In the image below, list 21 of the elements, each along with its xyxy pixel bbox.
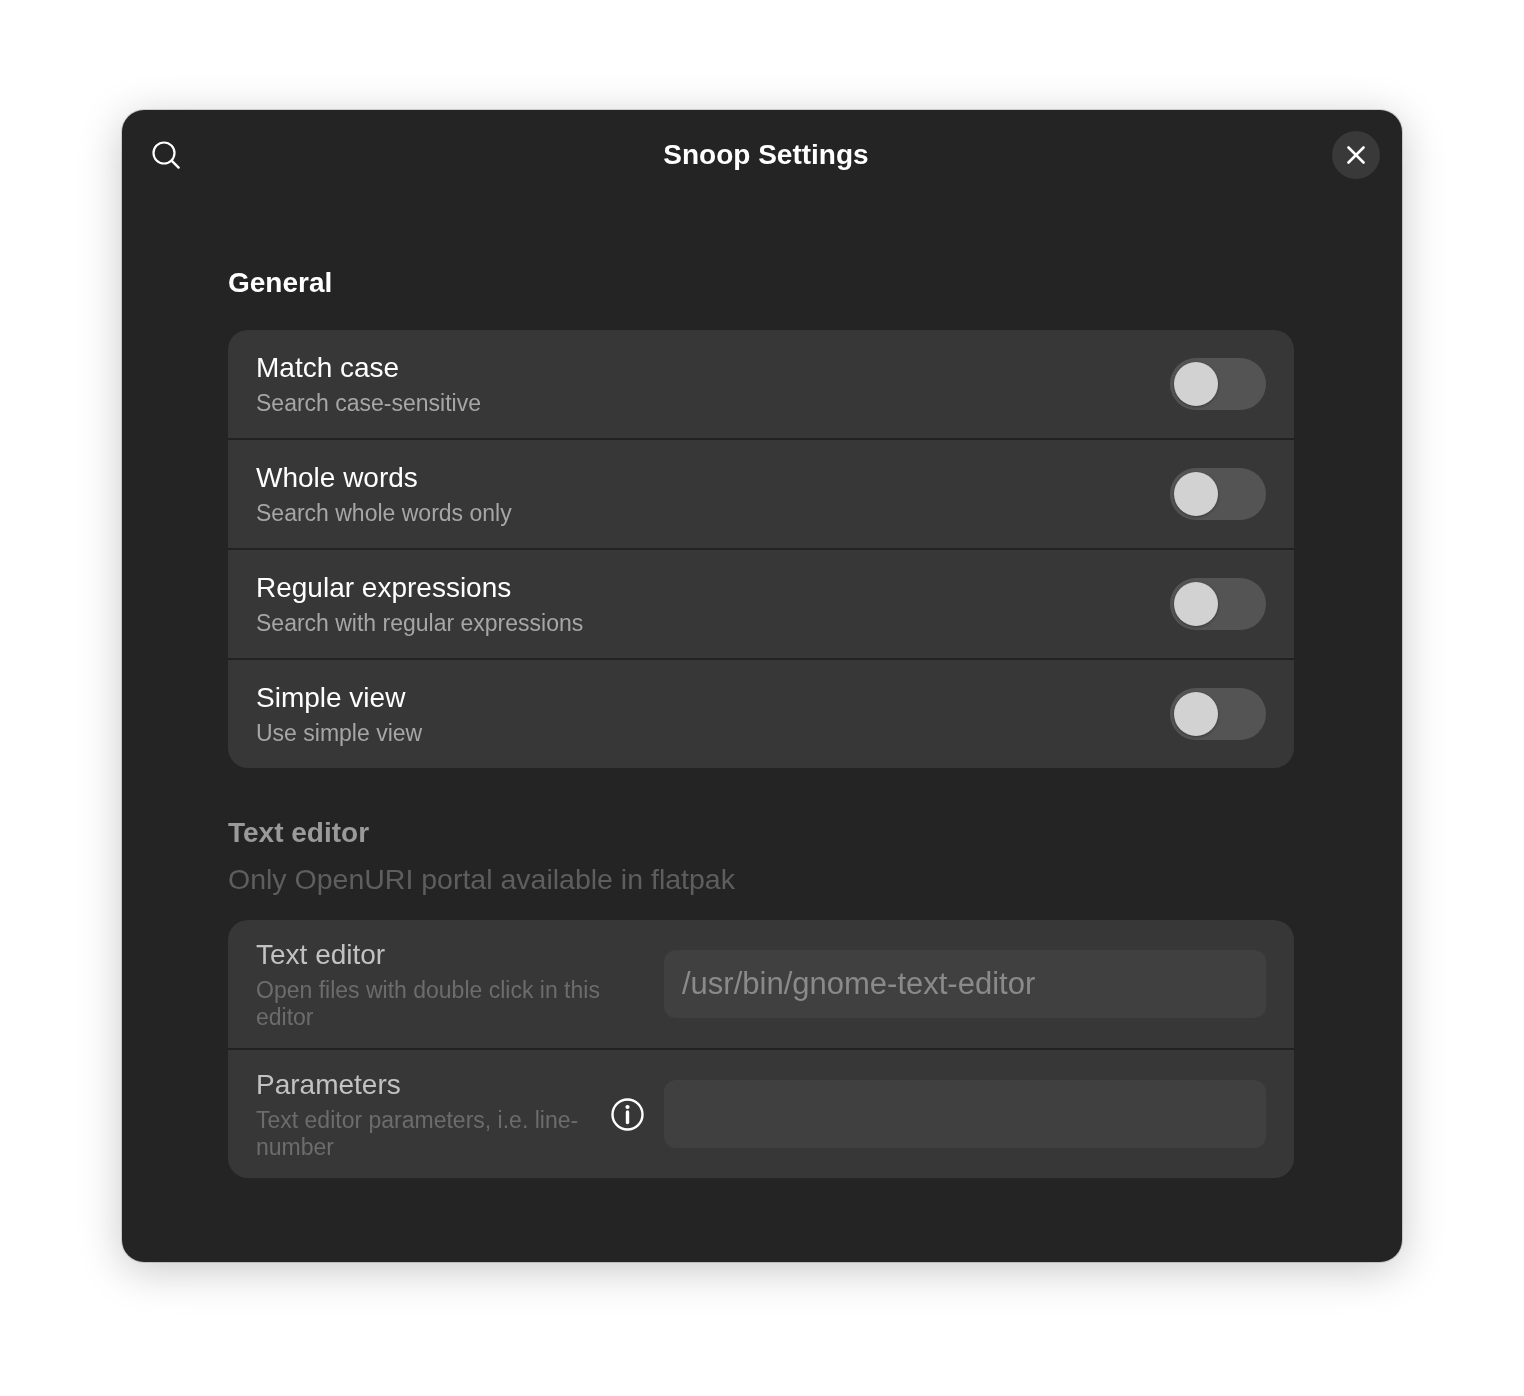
close-button[interactable] (1332, 131, 1380, 179)
row-title: Regular expressions (256, 571, 512, 605)
close-icon (1347, 146, 1365, 164)
row-title: Parameters (256, 1067, 401, 1102)
section-heading: Text editor (228, 816, 370, 850)
row-subtitle: Search case-sensitive (256, 390, 481, 417)
window-title: Snoop Settings (663, 138, 869, 172)
toggle-switch[interactable] (1170, 688, 1266, 740)
toggle-switch[interactable] (1170, 468, 1266, 520)
row-title: Text editor (256, 937, 386, 972)
row-subtitle: Search whole words only (256, 500, 512, 527)
search-icon[interactable] (152, 141, 180, 169)
row-title: Whole words (256, 461, 418, 495)
toggle-switch[interactable] (1170, 578, 1266, 630)
toggle-switch[interactable] (1170, 358, 1266, 410)
row-subtitle: Use simple view (256, 720, 423, 747)
row-subtitle: Search with regular expressions (256, 610, 584, 637)
row-title: Match case (256, 351, 400, 385)
row-title: Simple view (256, 681, 406, 715)
section-heading: General (228, 266, 333, 300)
section-description: Only OpenURI portal available in flatpak (228, 862, 735, 897)
